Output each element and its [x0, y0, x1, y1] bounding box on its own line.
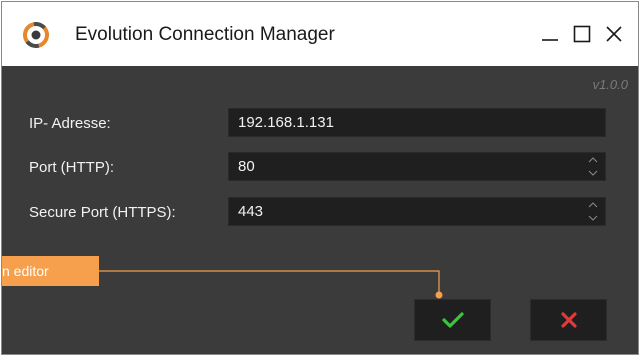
confirm-button[interactable] — [414, 299, 491, 341]
maximize-icon — [573, 25, 591, 43]
https-port-input[interactable]: 443 — [228, 197, 606, 226]
minimize-button[interactable] — [536, 20, 564, 48]
close-button[interactable] — [600, 20, 628, 48]
ip-address-input[interactable]: 192.168.1.131 — [228, 108, 606, 137]
app-logo-icon — [23, 22, 49, 48]
maximize-button[interactable] — [568, 20, 596, 48]
http-port-spinner-icon[interactable] — [587, 155, 599, 178]
https-port-spinner-icon[interactable] — [587, 200, 599, 223]
https-port-label: Secure Port (HTTPS): — [29, 204, 176, 221]
http-port-value: 80 — [238, 158, 255, 175]
checkmark-icon — [441, 312, 464, 328]
window-title: Evolution Connection Manager — [75, 24, 335, 45]
connection-manager-window: Evolution Connection Manager v1.0.0 IP- … — [1, 1, 639, 355]
version-label: v1.0.0 — [592, 77, 628, 92]
ip-address-value: 192.168.1.131 — [238, 114, 334, 131]
title-bar[interactable]: Evolution Connection Manager — [2, 2, 638, 66]
close-icon — [606, 26, 622, 42]
ip-address-label: IP- Adresse: — [29, 115, 111, 132]
x-icon — [560, 312, 577, 328]
https-port-value: 443 — [238, 203, 264, 220]
minimize-icon — [542, 39, 558, 41]
http-port-label: Port (HTTP): — [29, 159, 114, 176]
help-callout-text: n editor — [2, 263, 49, 279]
cancel-button[interactable] — [530, 299, 607, 341]
help-callout: n editor — [2, 256, 99, 286]
http-port-input[interactable]: 80 — [228, 152, 606, 181]
